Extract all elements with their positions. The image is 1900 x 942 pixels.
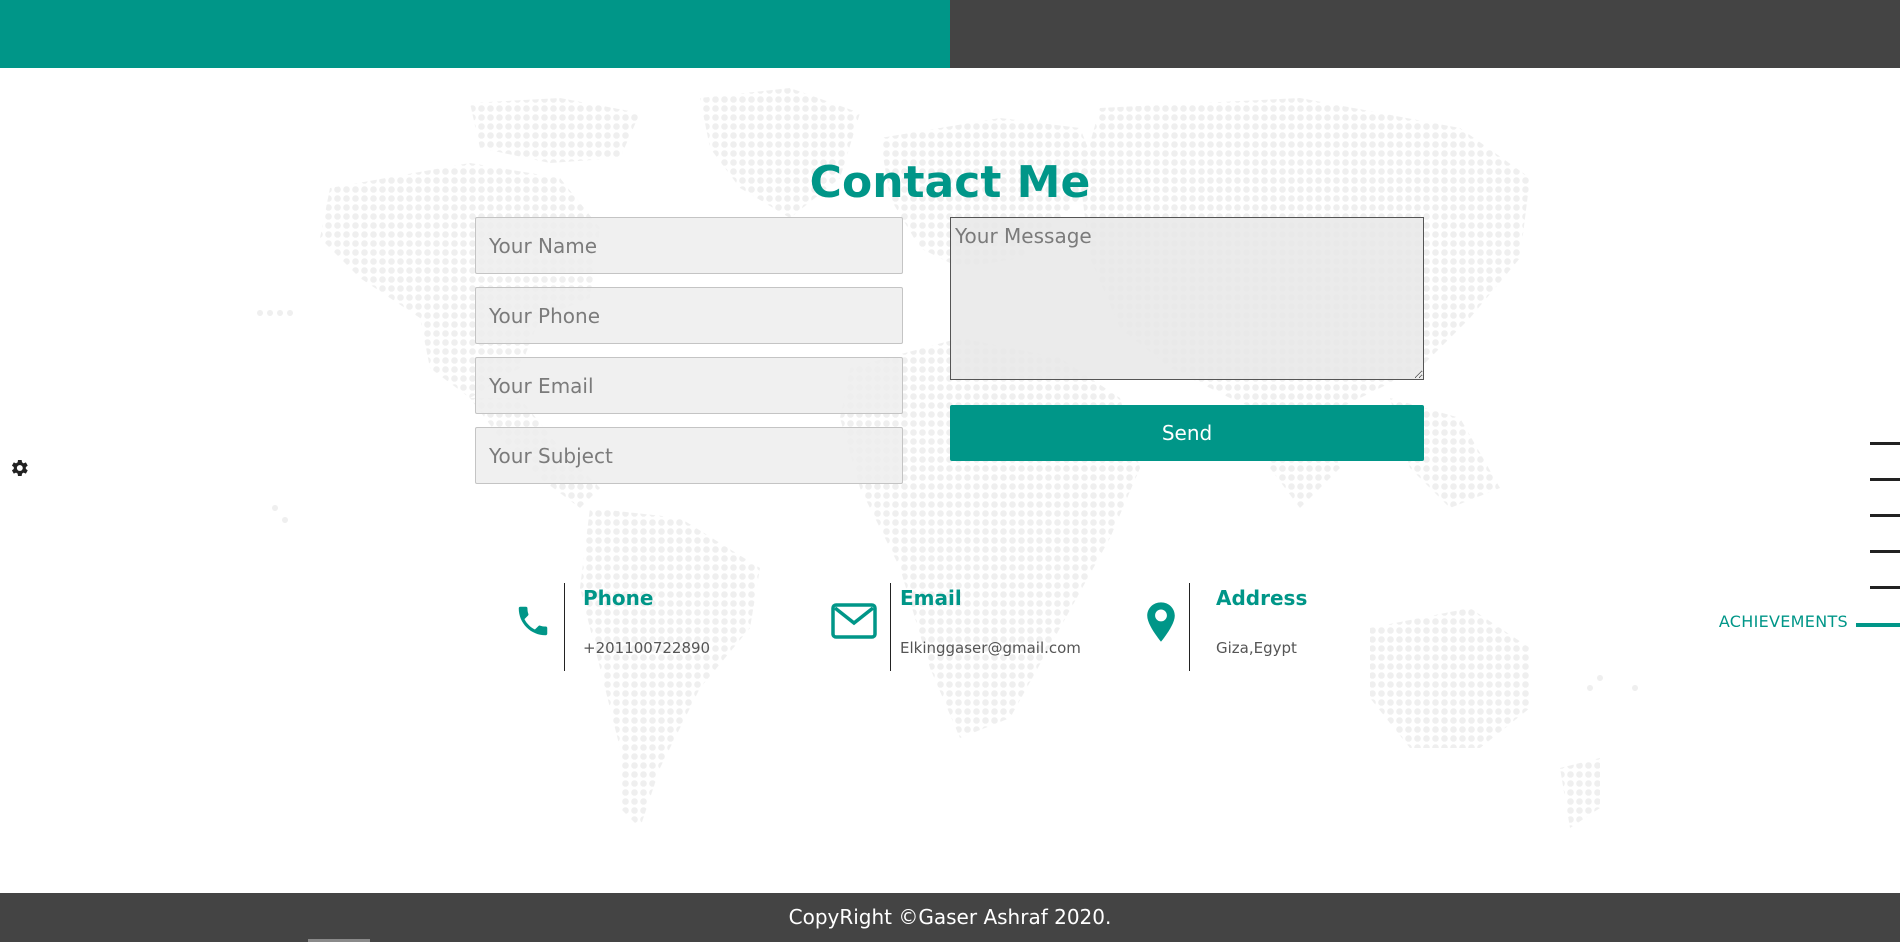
top-bar-dark (950, 0, 1900, 68)
nav-dash[interactable] (1870, 586, 1900, 589)
nav-item-achievements[interactable]: ACHIEVEMENTS (1719, 612, 1848, 631)
address-label: Address (1216, 586, 1308, 610)
name-input[interactable] (475, 217, 903, 274)
top-bar-accent (0, 0, 950, 68)
divider (1189, 583, 1190, 671)
nav-dash[interactable] (1870, 514, 1900, 517)
section-nav: ACHIEVEMENTS (1600, 430, 1900, 631)
send-button[interactable]: Send (950, 405, 1424, 461)
nav-dash[interactable] (1870, 550, 1900, 553)
footer: CopyRight ©Gaser Ashraf 2020. (0, 893, 1900, 942)
divider (890, 583, 891, 671)
email-label: Email (900, 586, 962, 610)
phone-value: +201100722890 (583, 639, 711, 657)
map-marker-icon (1145, 601, 1177, 647)
contact-info-address: Address Giza,Egypt (1145, 583, 1365, 671)
contact-title: Contact Me (809, 157, 1091, 208)
contact-info-email: Email Elkinggaser@gmail.com (828, 583, 1088, 671)
subject-input[interactable] (475, 427, 903, 484)
nav-dash[interactable] (1870, 442, 1900, 445)
top-bar (0, 0, 1900, 68)
envelope-icon (831, 601, 877, 645)
settings-gear-icon[interactable] (8, 457, 30, 479)
phone-icon (514, 601, 552, 645)
copyright-text: CopyRight ©Gaser Ashraf 2020. (788, 905, 1112, 929)
phone-label: Phone (583, 586, 654, 610)
phone-input[interactable] (475, 287, 903, 344)
contact-info-phone: Phone +201100722890 (510, 583, 770, 671)
message-textarea[interactable] (950, 217, 1424, 380)
email-value: Elkinggaser@gmail.com (900, 639, 1081, 657)
divider (564, 583, 565, 671)
address-value: Giza,Egypt (1216, 639, 1297, 657)
email-input[interactable] (475, 357, 903, 414)
nav-active-indicator (1856, 623, 1900, 627)
nav-dash[interactable] (1870, 478, 1900, 481)
